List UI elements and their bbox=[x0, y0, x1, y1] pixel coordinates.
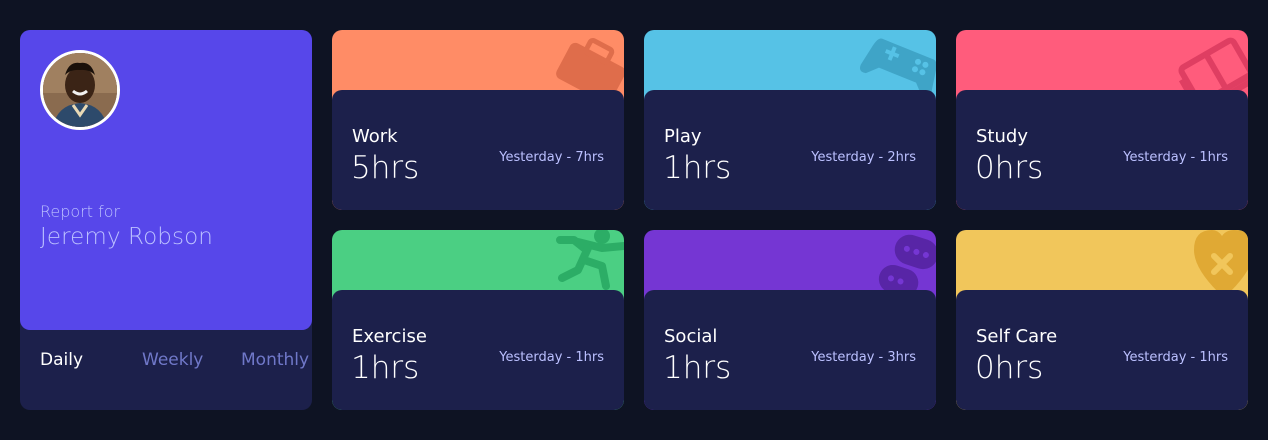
card-title: Play bbox=[664, 126, 702, 147]
briefcase-icon bbox=[556, 37, 624, 92]
card-body: Study 0hrs Yesterday - 1hrs bbox=[956, 90, 1248, 210]
gamepad-icon bbox=[859, 38, 936, 92]
period-weekly-button[interactable]: Weekly bbox=[142, 350, 203, 370]
card-title: Social bbox=[664, 326, 718, 347]
current-hours: 0hrs bbox=[975, 150, 1044, 186]
activity-card-self-care[interactable]: Self Care 0hrs Yesterday - 1hrs bbox=[956, 230, 1248, 410]
book-icon bbox=[1178, 37, 1248, 92]
period-selector: Daily Weekly Monthly bbox=[40, 350, 309, 372]
avatar-image bbox=[43, 53, 117, 127]
card-title: Work bbox=[352, 126, 398, 147]
previous-hours: Yesterday - 1hrs bbox=[1123, 150, 1228, 165]
card-body: Work 5hrs Yesterday - 7hrs bbox=[332, 90, 624, 210]
current-hours: 1hrs bbox=[351, 350, 420, 386]
previous-hours: Yesterday - 3hrs bbox=[811, 350, 916, 365]
card-title: Exercise bbox=[352, 326, 427, 347]
card-body: Play 1hrs Yesterday - 2hrs bbox=[644, 90, 936, 210]
period-daily-button[interactable]: Daily bbox=[40, 350, 83, 370]
period-monthly-button[interactable]: Monthly bbox=[241, 350, 309, 370]
card-body: Social 1hrs Yesterday - 3hrs bbox=[644, 290, 936, 410]
user-name: Jeremy Robson bbox=[40, 224, 213, 250]
card-body: Self Care 0hrs Yesterday - 1hrs bbox=[956, 290, 1248, 410]
activity-card-work[interactable]: Work 5hrs Yesterday - 7hrs bbox=[332, 30, 624, 210]
chat-icon bbox=[878, 234, 936, 292]
previous-hours: Yesterday - 7hrs bbox=[499, 150, 604, 165]
activity-card-play[interactable]: Play 1hrs Yesterday - 2hrs bbox=[644, 30, 936, 210]
time-tracking-dashboard: Report for Jeremy Robson Daily Weekly Mo… bbox=[0, 0, 1268, 440]
heart-icon bbox=[1194, 230, 1248, 292]
card-body: Exercise 1hrs Yesterday - 1hrs bbox=[332, 290, 624, 410]
card-title: Study bbox=[976, 126, 1028, 147]
previous-hours: Yesterday - 2hrs bbox=[811, 150, 916, 165]
report-for-label: Report for bbox=[40, 202, 121, 221]
current-hours: 5hrs bbox=[351, 150, 420, 186]
current-hours: 1hrs bbox=[663, 350, 732, 386]
running-icon bbox=[556, 230, 624, 290]
avatar bbox=[40, 50, 120, 130]
previous-hours: Yesterday - 1hrs bbox=[499, 350, 604, 365]
activity-card-exercise[interactable]: Exercise 1hrs Yesterday - 1hrs bbox=[332, 230, 624, 410]
card-title: Self Care bbox=[976, 326, 1058, 347]
profile-header: Report for Jeremy Robson bbox=[20, 30, 312, 330]
current-hours: 0hrs bbox=[975, 350, 1044, 386]
current-hours: 1hrs bbox=[663, 150, 732, 186]
activity-card-study[interactable]: Study 0hrs Yesterday - 1hrs bbox=[956, 30, 1248, 210]
activity-card-social[interactable]: Social 1hrs Yesterday - 3hrs bbox=[644, 230, 936, 410]
previous-hours: Yesterday - 1hrs bbox=[1123, 350, 1228, 365]
profile-card: Report for Jeremy Robson Daily Weekly Mo… bbox=[20, 30, 312, 410]
